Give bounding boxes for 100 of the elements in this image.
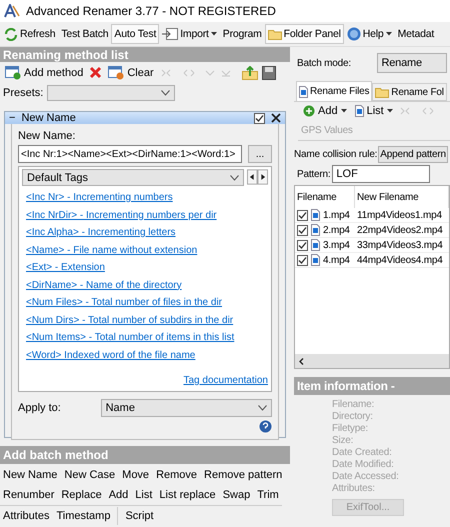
folder-icon [375, 86, 390, 98]
tag-link[interactable]: <Name> - File name without extension [26, 244, 198, 256]
toolbar-button[interactable]: Metadat [394, 24, 438, 44]
collision-rule-dropdown[interactable]: Append pattern [378, 146, 448, 163]
save-icon[interactable] [262, 66, 276, 80]
toolbar-button[interactable]: Folder Panel [264, 24, 344, 44]
close-icon[interactable] [271, 113, 281, 123]
info-label: Directory: [332, 411, 374, 422]
toolbar-button[interactable]: Refresh [1, 24, 58, 44]
collision-rule-label: Name collision rule: [294, 149, 378, 160]
column-header[interactable]: Filename [295, 186, 355, 208]
plus-circle-icon [303, 105, 315, 117]
filename-cell: 1.mp4 [323, 210, 350, 220]
tags-dropdown[interactable]: Default Tags [22, 169, 244, 186]
collapse-button[interactable]: − [9, 112, 16, 124]
tab[interactable]: Rename Files [296, 81, 372, 101]
scroll-arrows-icon[interactable] [246, 169, 268, 185]
info-label: Size: [332, 435, 354, 446]
tab[interactable]: Rename Fol [372, 83, 447, 101]
pattern-label: Pattern: [297, 168, 330, 180]
tag-link[interactable]: <Num Dirs> - Total number of subdirs in the dir [26, 314, 234, 326]
add-window-icon [5, 66, 21, 80]
toolbar-button[interactable]: Program [220, 24, 265, 44]
import-icon [162, 28, 178, 40]
delete-icon[interactable] [89, 66, 102, 80]
pattern-field[interactable]: LOF [332, 165, 430, 183]
new-name-field[interactable]: <Inc Nr:1><Name><Ext><DirName:1><Word:1> [18, 145, 242, 163]
method-button[interactable]: New Case [64, 466, 116, 484]
method-button[interactable]: Attributes [3, 507, 50, 525]
method-button[interactable]: Timestamp [56, 507, 110, 525]
tag-link[interactable]: <Inc Nr> - Incrementing numbers [26, 192, 173, 203]
method-button[interactable]: Move [122, 466, 150, 484]
new-filename-cell: 33mp4Videos3.mp4 [357, 240, 443, 250]
new-filename-cell: 44mp4Videos4.mp4 [357, 254, 443, 266]
chevron-down-icon [161, 90, 170, 96]
scroll-left-icon [299, 358, 304, 364]
file-icon [299, 86, 308, 98]
file-icon [311, 254, 320, 266]
filename-cell: 4.mp4 [323, 254, 350, 266]
column-header[interactable]: New Filename [355, 186, 449, 208]
method-button[interactable]: List replace [159, 486, 216, 504]
method-button[interactable]: New Name [3, 466, 58, 484]
method-button[interactable]: Script [125, 507, 154, 525]
method-button[interactable]: List [135, 486, 152, 504]
browse-button[interactable]: ... [248, 145, 272, 163]
toolbar-button[interactable]: Auto Test [111, 24, 160, 44]
list-button[interactable]: List [352, 104, 395, 118]
documentation-link[interactable]: Tag documentation [183, 374, 268, 386]
method-button[interactable]: Add [108, 486, 128, 504]
new-name-label: New Name: [18, 130, 76, 142]
app-logo-icon [4, 4, 20, 18]
add-method-button[interactable]: Add method [3, 64, 86, 81]
tag-link[interactable]: <Num Items> - Total number of items in this list [26, 332, 234, 343]
tag-link[interactable]: <Word> Indexed word of the file name [26, 350, 196, 360]
tag-link[interactable]: <Num Files> - Total number of files in the dir [26, 297, 222, 308]
tag-link[interactable]: <Inc Alpha> - Incrementing letters [26, 227, 176, 238]
caret-icon [340, 109, 347, 113]
window-title: Advanced Renamer 3.77 - NOT REGISTERED [26, 4, 276, 18]
file-icon [311, 239, 320, 251]
filename-cell: 2.mp4 [323, 224, 350, 236]
method-button[interactable]: Remove [156, 466, 198, 484]
info-label: Filename: [332, 399, 376, 410]
batch-mode-dropdown[interactable]: Rename [376, 53, 447, 73]
info-label: Filetype: [332, 423, 369, 434]
new-filename-cell: 22mp4Videos2.mp4 [357, 224, 443, 236]
caret-icon [210, 32, 217, 36]
info-label: Date Modified: [332, 459, 395, 470]
batch-mode-label: Batch mode: [297, 58, 352, 68]
panel-header: Renaming method list [0, 47, 290, 62]
file-icon [354, 105, 364, 117]
checkbox[interactable] [297, 254, 308, 266]
toolbar-button[interactable]: Test Batch [58, 24, 112, 44]
method-button[interactable]: Swap [222, 486, 250, 504]
method-button[interactable]: Remove pattern [204, 466, 282, 484]
tag-link[interactable]: <DirName> - Name of the directory [26, 280, 182, 290]
checkbox[interactable] [254, 112, 265, 124]
checkbox[interactable] [297, 224, 308, 236]
checkbox[interactable] [297, 210, 308, 220]
toolbar-button[interactable]: Help [344, 24, 395, 44]
clear-window-icon [108, 66, 124, 80]
file-icon [311, 209, 320, 221]
folder-icon [268, 28, 282, 40]
clear-button[interactable]: Clear [106, 64, 156, 81]
panel-header: Item information - [294, 377, 450, 395]
refresh-icon [4, 28, 18, 40]
panel-header: Add batch method [0, 446, 290, 464]
file-icon [311, 224, 320, 236]
method-button[interactable]: Trim [257, 486, 279, 504]
apply-to-dropdown[interactable]: Name [100, 399, 272, 417]
add-button[interactable]: Add [301, 104, 349, 118]
horizontal-scrollbar[interactable] [295, 354, 449, 368]
tag-link[interactable]: <Inc NrDir> - Incrementing numbers per dir [26, 210, 217, 220]
presets-label: Presets: [3, 87, 44, 99]
method-button[interactable]: Renumber [3, 486, 54, 504]
filename-cell: 3.mp4 [323, 240, 350, 250]
checkbox[interactable] [297, 240, 308, 250]
tag-link[interactable]: <Ext> - Extension [26, 262, 105, 273]
new-filename-cell: 11mp4Videos1.mp4 [357, 210, 442, 220]
toolbar-button[interactable]: Import [159, 24, 220, 44]
method-button[interactable]: Replace [61, 486, 102, 504]
